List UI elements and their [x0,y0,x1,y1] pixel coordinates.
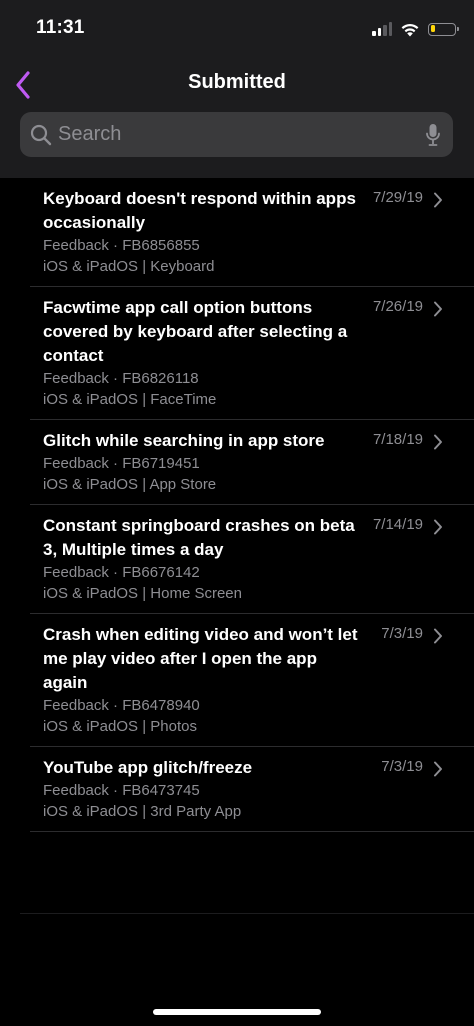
item-feedback-id: Feedback · FB6478940 [43,697,200,714]
item-feedback-id: Feedback · FB6856855 [43,237,200,254]
chevron-right-icon [434,761,442,777]
item-title: Glitch while searching in app store [43,431,325,450]
item-date: 7/26/19 [372,298,423,315]
item-date: 7/18/19 [372,431,423,448]
chevron-right-icon [434,434,442,450]
item-feedback-id: Feedback · FB6676142 [43,564,200,581]
list-divider [20,913,474,914]
feedback-list: Keyboard doesn't respond within apps occ… [0,178,474,832]
battery-icon [428,22,459,36]
item-title: Crash when editing video and won’t let m… [43,625,358,692]
search-icon [30,124,52,146]
item-category: iOS & iPadOS | Keyboard [43,258,215,275]
list-item[interactable]: Crash when editing video and won’t let m… [30,614,474,747]
item-feedback-id: Feedback · FB6719451 [43,455,200,472]
chevron-right-icon [434,519,442,535]
item-category: iOS & iPadOS | 3rd Party App [43,803,242,820]
list-item[interactable]: Glitch while searching in app store Feed… [30,420,474,505]
item-title: YouTube app glitch/freeze [43,758,253,777]
item-date: 7/3/19 [381,758,423,775]
microphone-icon[interactable] [425,123,441,147]
item-feedback-id: Feedback · FB6473745 [43,782,200,799]
home-indicator[interactable] [153,1009,321,1015]
item-date: 7/29/19 [372,189,423,206]
chevron-right-icon [434,628,442,644]
wifi-icon [401,23,419,36]
item-category: iOS & iPadOS | Photos [43,718,197,735]
item-category: iOS & iPadOS | FaceTime [43,391,217,408]
status-icons [372,18,459,40]
item-category: iOS & iPadOS | App Store [43,476,217,493]
chevron-right-icon [434,192,442,208]
item-category: iOS & iPadOS | Home Screen [43,585,242,602]
cellular-signal-icon [372,22,392,36]
list-item[interactable]: Facwtime app call option buttons covered… [30,287,474,420]
item-date: 7/3/19 [381,625,423,642]
navigation-bar: Submitted [0,56,474,178]
item-title: Keyboard doesn't respond within apps occ… [43,189,356,232]
page-title: Submitted [188,71,286,93]
status-bar: 11:31 [0,0,474,56]
list-item[interactable]: Keyboard doesn't respond within apps occ… [30,178,474,287]
item-title: Facwtime app call option buttons covered… [43,298,348,365]
list-item[interactable]: Constant springboard crashes on beta 3, … [30,505,474,614]
search-input[interactable] [58,112,418,157]
battery-level [430,25,435,32]
item-feedback-id: Feedback · FB6826118 [43,370,199,387]
list-item[interactable]: YouTube app glitch/freeze Feedback · FB6… [30,747,474,832]
item-date: 7/14/19 [372,516,423,533]
search-bar[interactable] [20,112,453,157]
chevron-right-icon [434,301,442,317]
status-time: 11:31 [36,17,85,38]
item-title: Constant springboard crashes on beta 3, … [43,516,355,559]
